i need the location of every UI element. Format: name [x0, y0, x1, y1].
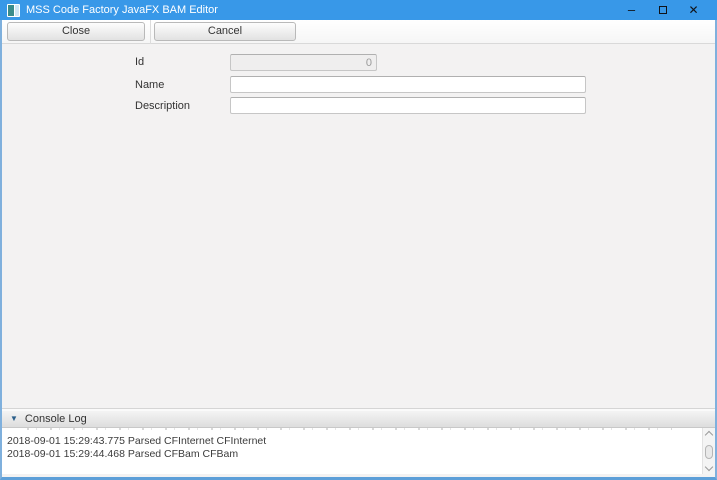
name-input[interactable]: [230, 76, 586, 93]
description-input[interactable]: [230, 97, 586, 114]
maximize-button[interactable]: [647, 0, 678, 20]
scrollbar-thumb[interactable]: [705, 445, 713, 459]
scroll-down-icon[interactable]: [705, 463, 713, 471]
log-line: 2018-09-01 15:29:43.775 Parsed CFInterne…: [7, 435, 266, 447]
close-window-button[interactable]: ✕: [678, 0, 709, 20]
console-log-header[interactable]: ▼ Console Log: [2, 411, 715, 428]
console-scrollbar[interactable]: [702, 428, 715, 474]
description-label: Description: [135, 100, 190, 112]
name-label: Name: [135, 79, 164, 91]
close-icon: ✕: [688, 3, 698, 17]
app-icon: [7, 4, 20, 17]
console-log-body: 2018-09-01 15:29:43.775 Parsed CFInterne…: [2, 428, 715, 474]
collapse-arrow-icon[interactable]: ▼: [10, 415, 18, 423]
window-controls: – ✕: [616, 0, 709, 20]
app-window: MSS Code Factory JavaFX BAM Editor – ✕ C…: [0, 0, 717, 480]
log-line: 2018-09-01 15:29:44.468 Parsed CFBam CFB…: [7, 448, 238, 460]
close-button[interactable]: Close: [7, 22, 145, 41]
titlebar: MSS Code Factory JavaFX BAM Editor – ✕: [0, 0, 717, 20]
minimize-button[interactable]: –: [616, 0, 647, 20]
cancel-button[interactable]: Cancel: [154, 22, 296, 41]
id-label: Id: [135, 56, 144, 68]
clipped-log-line: [27, 428, 672, 430]
maximize-icon: [659, 6, 667, 14]
toolbar: Close Cancel: [2, 20, 715, 44]
console-log-title: Console Log: [25, 413, 87, 425]
scroll-up-icon[interactable]: [705, 431, 713, 439]
toolbar-separator: [150, 20, 151, 44]
minimize-icon: –: [628, 6, 635, 14]
id-field: [230, 54, 377, 71]
window-title: MSS Code Factory JavaFX BAM Editor: [26, 4, 218, 16]
